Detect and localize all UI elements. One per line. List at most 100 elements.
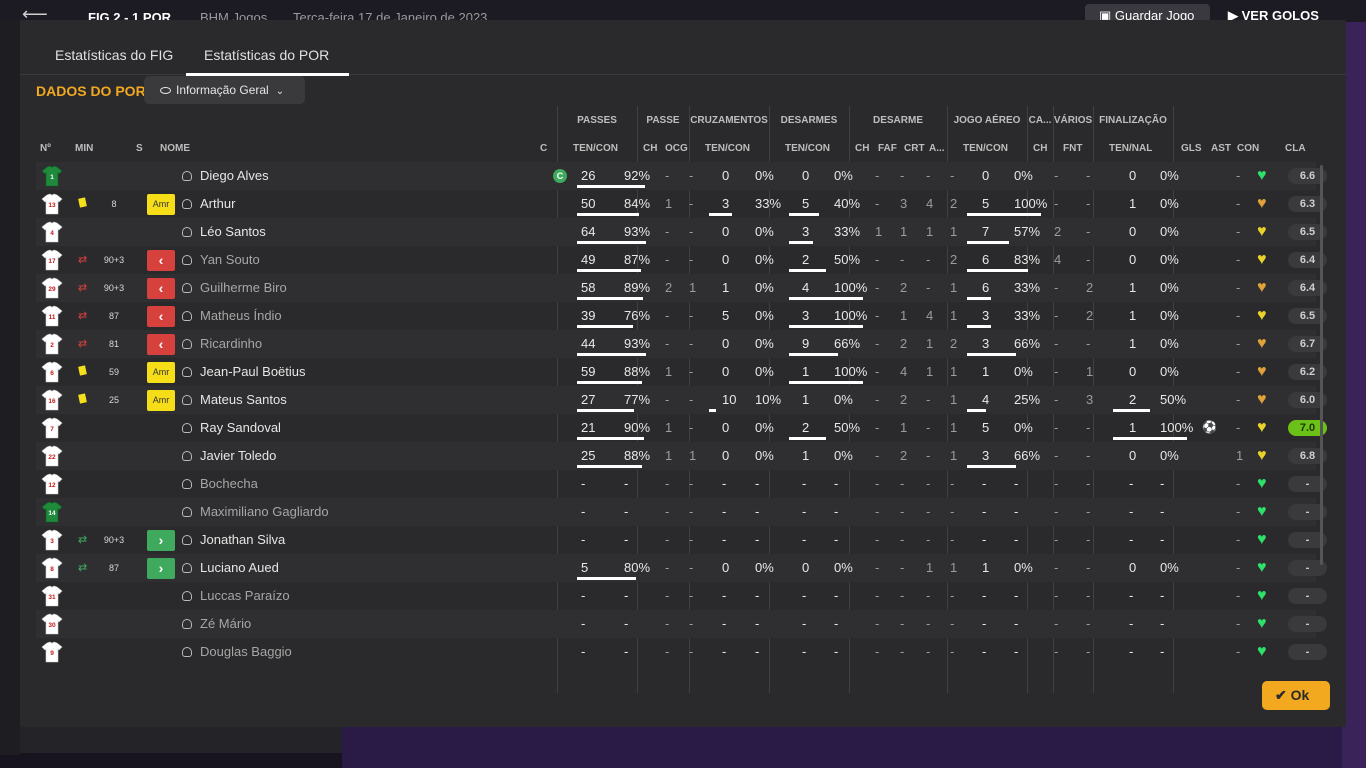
table-row[interactable]: 30 Zé Mário - - - - - - - - - - - - - - - - - - - ♥ - [36, 610, 1327, 638]
stat-pocg: - [689, 476, 694, 491]
shirt-icon: 17 [41, 249, 63, 271]
column-header-passe-ch[interactable]: CH [643, 143, 657, 154]
player-name[interactable]: Jean-Paul Boëtius [200, 364, 306, 379]
column-header-num[interactable]: Nº [40, 143, 51, 154]
group-header-jogo-aereo: JOGO AÉREO [953, 115, 1021, 126]
table-row[interactable]: 12 Bochecha - - - - - - - - - - - - - - - - - - - ♥ - [36, 470, 1327, 498]
completion-bar [577, 241, 646, 244]
table-row[interactable]: 3 ⇄ 90+3 › Jonathan Silva - - - - - - - - - - - - - - - - - - -… [36, 526, 1327, 554]
player-name[interactable]: Douglas Baggio [200, 644, 292, 659]
column-header-des-ch[interactable]: CH [855, 143, 869, 154]
stat-pocg: - [689, 644, 694, 659]
player-name[interactable]: Diego Alves [200, 168, 269, 183]
player-name[interactable]: Ray Sandoval [200, 420, 281, 435]
subbed-off-badge: ‹ [147, 306, 175, 327]
stat-ast: - [1236, 588, 1241, 603]
view-selector-dropdown[interactable]: Informação Geral ⌄ [144, 76, 305, 104]
table-row[interactable]: 22 Javier Toledo 25 88% 1 1 0 0% 1 0% -2-1 3 66% - -0 0… [36, 442, 1327, 470]
column-header-cla[interactable]: CLA [1285, 143, 1306, 154]
column-header-des-faf[interactable]: FAF [878, 143, 897, 154]
stat-fnt: - [1086, 504, 1091, 519]
column-header-ca-ch[interactable]: CH [1033, 143, 1047, 154]
column-header-fin-tn[interactable]: TEN/NAL [1109, 143, 1152, 154]
column-header-gls[interactable]: GLS [1181, 143, 1202, 154]
player-name[interactable]: Zé Mário [200, 616, 251, 631]
stat-fp: - [1160, 532, 1165, 547]
table-row[interactable]: 31 Luccas Paraízo - - - - - - - - - - - - - - - - - - - ♥ - [36, 582, 1327, 610]
stat-da: 1 [950, 308, 958, 323]
stat-dp: - [834, 616, 839, 631]
stat-pocg: 1 [689, 448, 697, 463]
column-header-nome[interactable]: NOME [160, 143, 190, 154]
stat-ap: 25% [1014, 392, 1041, 407]
table-row[interactable]: 9 Douglas Baggio - - - - - - - - - - - - - - - - - - - ♥ - [36, 638, 1327, 666]
player-name[interactable]: Arthur [200, 196, 235, 211]
table-row[interactable]: 8 ⇄ 87 › Luciano Aued 5 80% - -0 0% 0 0% - -1 1 1 0% - -0 0… [36, 554, 1327, 582]
stat-pt: - [581, 476, 586, 491]
player-name[interactable]: Luccas Paraízo [200, 588, 290, 603]
column-header-passe-ocg[interactable]: OCG [665, 143, 688, 154]
table-row[interactable]: 29 ⇄ 90+3 ‹ Guilherme Biro 58 89% 2 1 1 0% 4 100% -2-… [36, 274, 1327, 302]
stat-pp: - [624, 504, 629, 519]
table-row[interactable]: 11 ⇄ 87 ‹ Matheus Índio 39 76% - -5 0% 3 100% -1 4 1 3 3… [36, 302, 1327, 330]
player-name[interactable]: Bochecha [200, 476, 258, 491]
stat-cach: 2 [1054, 224, 1062, 239]
stat-dt: 1 [802, 392, 810, 407]
player-name[interactable]: Javier Toledo [200, 448, 276, 463]
table-row[interactable]: 1 Diego Alves C 26 92% - -0 0% 0 0% - - - -0 0% - -0 0% - ♥… [36, 162, 1327, 190]
stat-dp: - [834, 504, 839, 519]
column-header-s[interactable]: S [136, 143, 143, 154]
stat-dp: - [834, 476, 839, 491]
minute-cell: 90+3 [103, 283, 125, 293]
left-strip [0, 20, 20, 755]
stat-dcrt: 1 [926, 224, 934, 239]
stat-dt: 4 [802, 280, 810, 295]
column-header-des-crt[interactable]: CRT [904, 143, 925, 154]
column-header-des-tc[interactable]: TEN/CON [785, 143, 830, 154]
table-row[interactable]: 4 Léo Santos 64 93% - -0 0% 3 33% 1 1 1 1 7 57% 2-0 0% - ♥… [36, 218, 1327, 246]
stat-pch: 1 [665, 364, 673, 379]
stat-pp: 90% [624, 420, 651, 435]
stat-pocg: - [689, 308, 694, 323]
column-header-c[interactable]: C [540, 143, 547, 154]
player-name[interactable]: Guilherme Biro [200, 280, 287, 295]
completion-bar [967, 213, 1041, 216]
player-name[interactable]: Mateus Santos [200, 392, 287, 407]
stat-dch: - [875, 364, 880, 379]
column-header-min[interactable]: MIN [75, 143, 93, 154]
tab-fig-stats[interactable]: Estatísticas do FIG [55, 47, 173, 63]
table-row[interactable]: 17 ⇄ 90+3 ‹ Yan Souto 49 87% - -0 0% 2 50% - - -2 6 83% 4… [36, 246, 1327, 274]
tab-por-stats[interactable]: Estatísticas do POR [185, 47, 350, 76]
player-name[interactable]: Léo Santos [200, 224, 266, 239]
column-header-passes-tc[interactable]: TEN/CON [573, 143, 618, 154]
column-header-ast[interactable]: AST [1211, 143, 1231, 154]
column-header-des-a[interactable]: A... [929, 143, 945, 154]
stat-at: 1 [982, 560, 990, 575]
player-name[interactable]: Yan Souto [200, 252, 260, 267]
stat-ct: 5 [722, 308, 730, 323]
player-name[interactable]: Luciano Aued [200, 560, 279, 575]
stat-fnt: - [1086, 532, 1091, 547]
column-header-varios-fnt[interactable]: FNT [1063, 143, 1082, 154]
table-row[interactable]: 6 59 Amr Jean-Paul Boëtius 59 88% 1-0 0% 1 100% -4… [36, 358, 1327, 386]
stat-dcrt: - [926, 280, 931, 295]
stat-ap: - [1014, 504, 1019, 519]
table-scrollbar[interactable] [1320, 165, 1323, 565]
svg-text:31: 31 [48, 594, 56, 601]
table-row[interactable]: 16 25 Amr Mateus Santos 27 77% - -10 10% 1 0% -2-1 4… [36, 386, 1327, 414]
column-header-aereo-tc[interactable]: TEN/CON [963, 143, 1008, 154]
table-row[interactable]: 13 8 Amr Arthur 50 84% 1-3 33% 5 40% -3 4 2 5 100% - -1 0… [36, 190, 1327, 218]
svg-text:9: 9 [50, 650, 54, 657]
table-row[interactable]: 2 ⇄ 81 ‹ Ricardinho 44 93% - -0 0% 9 66% -2 1 2 3 66% - -1… [36, 330, 1327, 358]
player-name[interactable]: Maximiliano Gagliardo [200, 504, 329, 519]
table-row[interactable]: 7 Ray Sandoval 21 90% 1-0 0% 2 50% -1-1 5 0% - -1 100… [36, 414, 1327, 442]
ok-button[interactable]: ✔ Ok [1262, 681, 1330, 710]
table-row[interactable]: 14 Maximiliano Gagliardo - - - - - - - - - - - - - - - - -… [36, 498, 1327, 526]
column-header-cruz-tc[interactable]: TEN/CON [705, 143, 750, 154]
stat-dcrt: - [926, 588, 931, 603]
player-name[interactable]: Jonathan Silva [200, 532, 285, 547]
column-header-con[interactable]: CON [1237, 143, 1259, 154]
player-name[interactable]: Ricardinho [200, 336, 262, 351]
stat-ct: - [722, 616, 727, 631]
player-name[interactable]: Matheus Índio [200, 308, 282, 323]
